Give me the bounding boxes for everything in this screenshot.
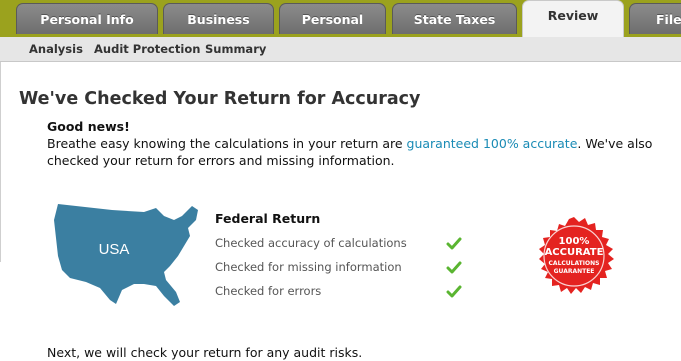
guarantee-link[interactable]: guaranteed 100% accurate (407, 136, 578, 151)
accuracy-paragraph: Breathe easy knowing the calculations in… (47, 135, 657, 169)
check-item-calculations: Checked accuracy of calculations (215, 236, 407, 250)
tab-file[interactable]: File (629, 3, 681, 34)
check-item-missing-info: Checked for missing information (215, 260, 402, 274)
tab-state-taxes[interactable]: State Taxes (392, 3, 517, 34)
next-step-text: Next, we will check your return for any … (47, 345, 363, 360)
checkmark-icon (446, 237, 462, 250)
seal-line-3: CALCULATIONS (548, 260, 600, 267)
page-title: We've Checked Your Return for Accuracy (19, 89, 421, 109)
check-item-errors: Checked for errors (215, 284, 322, 298)
subnav-audit-protection[interactable]: Audit Protection (94, 42, 200, 56)
seal-line-2: ACCURATE (544, 247, 604, 258)
seal-line-4: GUARANTEE (553, 268, 595, 275)
sub-navigation: Analysis Audit Protection Summary (0, 37, 681, 62)
tab-personal[interactable]: Personal (279, 3, 386, 34)
usa-label: USA (99, 241, 130, 258)
seal-line-1: 100% (558, 236, 590, 247)
good-news-heading: Good news! (47, 119, 130, 134)
tab-personal-info[interactable]: Personal Info (16, 3, 158, 34)
para-text-1: Breathe easy knowing the calculations in… (47, 136, 407, 151)
subnav-summary[interactable]: Summary (205, 42, 266, 56)
usa-map-icon: USA (54, 204, 198, 306)
checkmark-icon (446, 261, 462, 274)
tab-review[interactable]: Review (522, 0, 624, 37)
content-left-border (0, 62, 1, 262)
federal-return-heading: Federal Return (215, 211, 321, 226)
tab-business[interactable]: Business (163, 3, 274, 34)
checkmark-icon (446, 285, 462, 298)
subnav-analysis[interactable]: Analysis (29, 42, 83, 56)
top-tab-bar: Personal Info Business Personal State Ta… (0, 0, 681, 37)
